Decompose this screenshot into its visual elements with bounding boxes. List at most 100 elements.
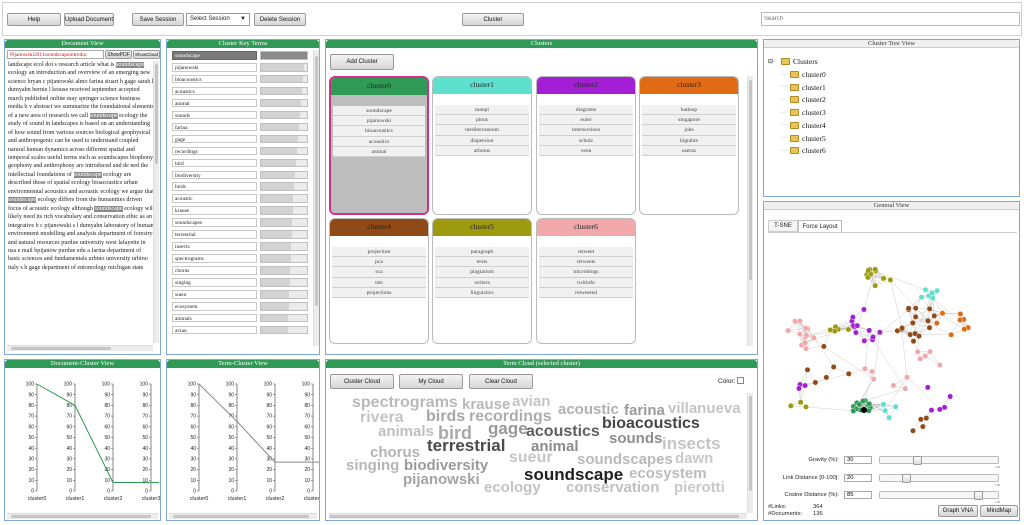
- series-line[interactable]: [36, 383, 151, 483]
- graph-node[interactable]: [861, 337, 868, 344]
- cluster-term[interactable]: mediterraneum: [435, 125, 529, 136]
- cluster-term[interactable]: soundscape: [333, 106, 425, 117]
- cluster-button[interactable]: Cluster: [462, 13, 524, 26]
- add-cluster-button[interactable]: Add Cluster: [330, 54, 394, 70]
- cluster-term[interactable]: euler: [539, 115, 633, 126]
- cluster-term[interactable]: venn: [539, 145, 633, 156]
- tree-item-cluster0[interactable]: ···· cluster0: [780, 70, 826, 79]
- graph-node[interactable]: [870, 376, 877, 383]
- cloud-word[interactable]: terrestrial: [427, 437, 505, 454]
- cluster-term[interactable]: arbutus: [435, 145, 529, 156]
- key-term-label[interactable]: animal: [172, 98, 257, 108]
- cluster-term[interactable]: retweets: [539, 257, 633, 268]
- tab-tsne[interactable]: T-SNE: [768, 220, 798, 232]
- key-term-row[interactable]: acoustic: [172, 194, 317, 203]
- graph-node[interactable]: [861, 306, 867, 313]
- key-term-label[interactable]: farina: [172, 122, 257, 132]
- key-term-label[interactable]: animals: [172, 313, 257, 323]
- cluster-term[interactable]: tsts: [332, 277, 426, 288]
- cluster-term[interactable]: texts: [435, 257, 529, 268]
- graph-node[interactable]: [957, 311, 964, 317]
- key-term-label[interactable]: spectrograms: [172, 254, 257, 263]
- gravity-input[interactable]: [844, 456, 872, 464]
- graph-node[interactable]: [936, 406, 943, 413]
- key-term-label[interactable]: soundscapes: [172, 218, 257, 227]
- scrollbar[interactable]: [329, 513, 747, 519]
- graph-node[interactable]: [865, 267, 872, 274]
- graph-node[interactable]: [887, 277, 894, 283]
- graph-node[interactable]: [947, 393, 954, 400]
- key-term-row[interactable]: bioacoustics: [172, 74, 317, 84]
- cloud-word[interactable]: gage: [488, 420, 528, 437]
- cluster-card-title[interactable]: cluster1: [433, 77, 531, 94]
- graph-node[interactable]: [803, 345, 809, 352]
- key-term-label[interactable]: bioacoustics: [172, 74, 257, 84]
- cluster-term[interactable]: microblogs: [539, 267, 633, 278]
- graph-node[interactable]: [792, 318, 798, 325]
- graph-node[interactable]: [922, 286, 929, 293]
- key-term-label[interactable]: pijanowski: [172, 62, 257, 72]
- key-term-label[interactable]: insects: [172, 242, 257, 251]
- graph-node[interactable]: [926, 305, 933, 312]
- key-term-label[interactable]: birds: [172, 182, 257, 192]
- key-term-row[interactable]: bird: [172, 158, 317, 168]
- cluster-term[interactable]: pca: [332, 257, 426, 268]
- key-term-row[interactable]: recordings: [172, 146, 317, 156]
- cluster-card-cluster0[interactable]: cluster0 soundscape pijanowski bioacoustics…: [329, 76, 429, 215]
- cluster-term[interactable]: jobs: [642, 125, 736, 136]
- key-term-row[interactable]: chorus: [172, 266, 317, 275]
- graph-node[interactable]: [914, 348, 921, 355]
- cloud-word[interactable]: sounds: [609, 431, 662, 446]
- save-session-button[interactable]: Save Session: [132, 13, 184, 26]
- graph-node[interactable]: [890, 382, 897, 389]
- graph-node[interactable]: [845, 370, 852, 377]
- graph-node[interactable]: [804, 366, 811, 373]
- graph-node[interactable]: [929, 290, 936, 296]
- graph-node[interactable]: [927, 348, 933, 355]
- help-button[interactable]: Help: [7, 13, 61, 26]
- series-line[interactable]: [198, 383, 313, 463]
- cluster-term[interactable]: animal: [333, 146, 425, 157]
- tree-item-cluster6[interactable]: ···· cluster6: [780, 146, 826, 155]
- key-term-label[interactable]: krause: [172, 206, 257, 215]
- upload-document-button[interactable]: Upload Document: [64, 13, 114, 26]
- graph-node[interactable]: [912, 313, 919, 320]
- graph-node[interactable]: [936, 362, 943, 368]
- key-term-row[interactable]: gage: [172, 134, 317, 144]
- graph-node[interactable]: [928, 407, 935, 414]
- cluster-term[interactable]: retweet: [539, 247, 633, 258]
- graph-node[interactable]: [812, 379, 819, 386]
- cluster-card-cluster1[interactable]: cluster1 maupi pinus mediterraneum dispersio…: [432, 76, 532, 215]
- key-term-label[interactable]: acoustic: [172, 194, 257, 203]
- graph-node[interactable]: [785, 327, 791, 334]
- graph-node[interactable]: [880, 275, 887, 282]
- cluster-card-title[interactable]: cluster3: [640, 77, 738, 94]
- key-term-row[interactable]: biodiversity: [172, 170, 317, 180]
- graph-node[interactable]: [876, 329, 883, 336]
- key-term-label[interactable]: terrestrial: [172, 230, 257, 239]
- graph-node[interactable]: [912, 305, 919, 312]
- graph-node[interactable]: [902, 385, 909, 392]
- cluster-term[interactable]: sca: [332, 267, 426, 278]
- tree-item-cluster3[interactable]: ···· cluster3: [780, 108, 826, 117]
- key-term-row[interactable]: acoustics: [172, 86, 317, 96]
- mindmap-button[interactable]: MindMap: [980, 505, 1018, 517]
- cluster-term[interactable]: diagrams: [539, 105, 633, 116]
- graph-node[interactable]: [917, 355, 924, 362]
- cluster-term[interactable]: bioacoustics: [333, 126, 425, 137]
- scrollbar[interactable]: [7, 513, 158, 519]
- graph-node[interactable]: [830, 364, 837, 370]
- graph-node[interactable]: [823, 374, 830, 381]
- cloud-word[interactable]: pierotti: [674, 480, 725, 495]
- graph-node[interactable]: [924, 384, 931, 391]
- graph-node[interactable]: [810, 334, 817, 341]
- color-checkbox[interactable]: [737, 377, 744, 384]
- cloud-word[interactable]: sueur: [509, 450, 553, 466]
- cluster-card-title[interactable]: cluster2: [537, 77, 635, 94]
- cluster-card-cluster2[interactable]: cluster2 diagrams euler intersections schulz…: [536, 76, 636, 215]
- graph-node[interactable]: [905, 305, 912, 312]
- key-term-row[interactable]: birds: [172, 182, 317, 192]
- cloud-word[interactable]: animals: [378, 424, 434, 439]
- graph-node[interactable]: [917, 416, 924, 423]
- graph-node[interactable]: [797, 399, 804, 406]
